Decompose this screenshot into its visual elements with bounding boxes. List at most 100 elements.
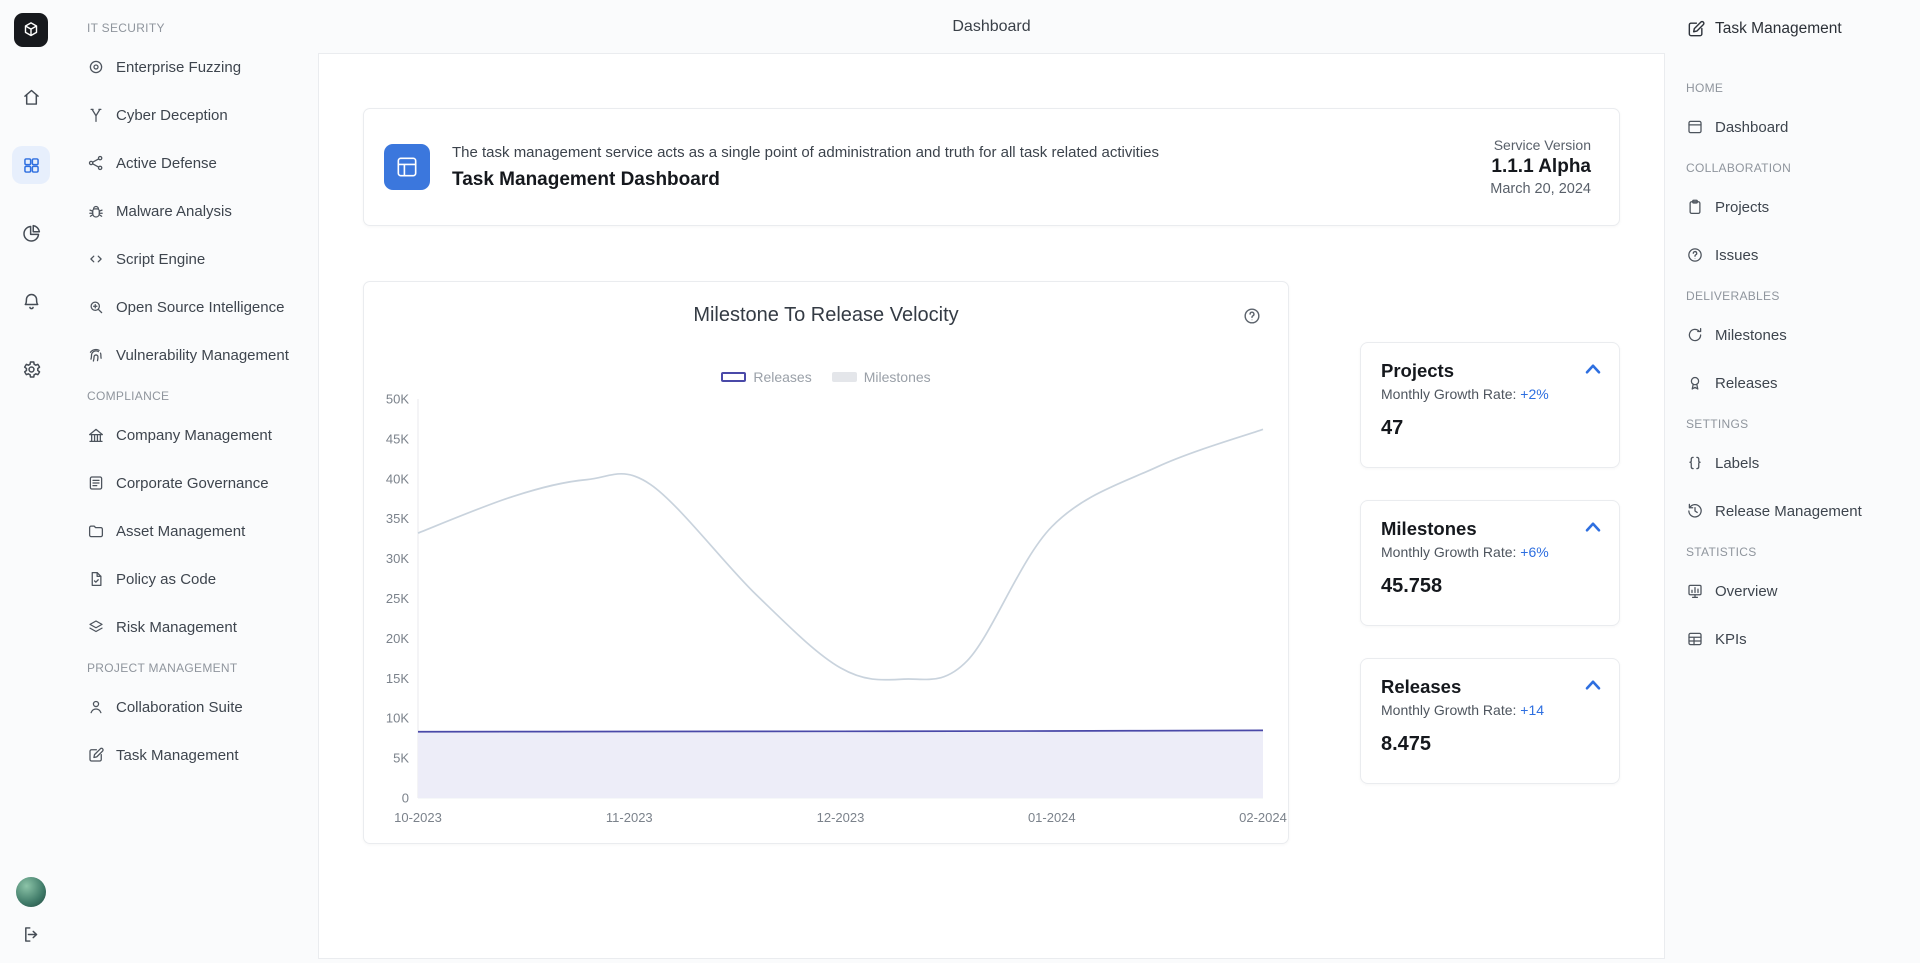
clipboard-icon: [1686, 198, 1704, 216]
fingerprint-icon: [87, 346, 105, 364]
sidebar-item-active-defense[interactable]: Active Defense: [87, 149, 310, 177]
nav-item-issues[interactable]: Issues: [1686, 241, 1912, 269]
collapse-releases-button[interactable]: [1579, 672, 1607, 700]
table-icon: [1686, 630, 1704, 648]
document-check-icon: [87, 570, 105, 588]
sidebar-item-enterprise-fuzzing[interactable]: Enterprise Fuzzing: [87, 53, 310, 81]
sidebar-item-cyber-deception[interactable]: Cyber Deception: [87, 101, 310, 129]
sidebar-item-task-management[interactable]: Task Management: [87, 741, 310, 769]
chart-screen-icon: [1686, 582, 1704, 600]
page-title: Dashboard: [952, 18, 1030, 36]
nav-item-projects[interactable]: Projects: [1686, 193, 1912, 221]
layers-icon: [87, 618, 105, 636]
user-avatar[interactable]: [16, 877, 46, 907]
legend-swatch-milestones: [832, 372, 857, 382]
help-circle-icon: [1242, 306, 1262, 326]
section-title: SETTINGS: [1686, 417, 1912, 431]
search-plus-icon: [87, 298, 105, 316]
svg-text:10-2023: 10-2023: [394, 810, 442, 825]
section-title: HOME: [1686, 81, 1912, 95]
sidebar-item-corporate-governance[interactable]: Corporate Governance: [87, 469, 310, 497]
chevron-up-icon: [1580, 672, 1606, 698]
nav-item-overview[interactable]: Overview: [1686, 577, 1912, 605]
service-version-value: 1.1.1 Alpha: [1490, 156, 1591, 178]
app-logo[interactable]: [14, 13, 48, 47]
nav-item-releases[interactable]: Releases: [1686, 369, 1912, 397]
section-title: IT SECURITY: [87, 21, 310, 35]
pie-chart-icon: [21, 223, 42, 244]
service-version-date: March 20, 2024: [1490, 181, 1591, 197]
legend-item-milestones[interactable]: Milestones: [832, 369, 931, 385]
nav-item-milestones[interactable]: Milestones: [1686, 321, 1912, 349]
slingshot-icon: [87, 106, 105, 124]
icon-rail: [0, 0, 62, 963]
svg-text:11-2023: 11-2023: [606, 810, 653, 825]
section-title: STATISTICS: [1686, 545, 1912, 559]
sidebar-item-open-source-intelligence[interactable]: Open Source Intelligence: [87, 293, 310, 321]
section-collaboration: COLLABORATION Projects Issues: [1686, 161, 1912, 269]
sidebar-item-collaboration-suite[interactable]: Collaboration Suite: [87, 693, 310, 721]
header-card: The task management service acts as a si…: [363, 108, 1620, 226]
edit-square-icon: [87, 746, 105, 764]
refresh-icon: [1686, 326, 1704, 344]
settings-gear-icon-button[interactable]: [12, 350, 50, 388]
svg-text:0: 0: [402, 791, 409, 806]
hero-title: Task Management Dashboard: [452, 169, 1159, 191]
sidebar-item-script-engine[interactable]: Script Engine: [87, 245, 310, 273]
gear-icon: [21, 359, 42, 380]
edit-square-icon: [1686, 19, 1706, 39]
sidebar-item-vulnerability-management[interactable]: Vulnerability Management: [87, 341, 310, 369]
nav-item-kpis[interactable]: KPIs: [1686, 625, 1912, 653]
section-deliverables: DELIVERABLES Milestones Releases: [1686, 289, 1912, 397]
stat-card-milestones: Milestones Monthly Growth Rate: +6% 45.7…: [1360, 500, 1620, 626]
svg-text:45K: 45K: [386, 431, 409, 446]
braces-icon: [1686, 454, 1704, 472]
stat-value: 47: [1381, 417, 1599, 440]
sidebar-item-malware-analysis[interactable]: Malware Analysis: [87, 197, 310, 225]
svg-text:02-2024: 02-2024: [1239, 810, 1287, 825]
sidebar-item-policy-as-code[interactable]: Policy as Code: [87, 565, 310, 593]
sidebar-item-risk-management[interactable]: Risk Management: [87, 613, 310, 641]
nav-item-dashboard[interactable]: Dashboard: [1686, 113, 1912, 141]
app-switcher-task-management[interactable]: Task Management: [1686, 17, 1912, 41]
home-icon-button[interactable]: [12, 78, 50, 116]
collapse-milestones-button[interactable]: [1579, 514, 1607, 542]
bell-icon: [21, 291, 42, 312]
svg-text:35K: 35K: [386, 511, 409, 526]
stat-card-projects: Projects Monthly Growth Rate: +2% 47: [1360, 342, 1620, 468]
sidebar-item-asset-management[interactable]: Asset Management: [87, 517, 310, 545]
sidebar-item-company-management[interactable]: Company Management: [87, 421, 310, 449]
legend-swatch-releases: [721, 372, 746, 382]
stat-card-releases: Releases Monthly Growth Rate: +14 8.475: [1360, 658, 1620, 784]
legend-item-releases[interactable]: Releases: [721, 369, 811, 385]
notifications-bell-icon-button[interactable]: [12, 282, 50, 320]
hero-app-icon: [384, 144, 430, 190]
window-icon: [1686, 118, 1704, 136]
svg-text:40K: 40K: [386, 471, 409, 486]
collapse-projects-button[interactable]: [1579, 356, 1607, 384]
folder-icon: [87, 522, 105, 540]
section-it-security: IT SECURITY Enterprise Fuzzing Cyber Dec…: [87, 21, 310, 369]
table-window-icon: [394, 154, 420, 180]
logout-icon: [21, 924, 42, 945]
nav-item-labels[interactable]: Labels: [1686, 449, 1912, 477]
section-statistics: STATISTICS Overview KPIs: [1686, 545, 1912, 653]
nav-item-release-management[interactable]: Release Management: [1686, 497, 1912, 525]
chart-help-button[interactable]: [1242, 306, 1262, 326]
growth-rate: Monthly Growth Rate: +6%: [1381, 544, 1599, 560]
chevron-up-icon: [1580, 514, 1606, 540]
chart-legend: Releases Milestones: [364, 369, 1288, 385]
stat-value: 45.758: [1381, 575, 1599, 598]
section-settings: SETTINGS Labels Release Management: [1686, 417, 1912, 525]
svg-text:25K: 25K: [386, 591, 409, 606]
left-sidebar: IT SECURITY Enterprise Fuzzing Cyber Dec…: [62, 0, 318, 963]
pie-chart-icon-button[interactable]: [12, 214, 50, 252]
logout-icon-button[interactable]: [12, 915, 50, 953]
apps-grid-icon-button[interactable]: [12, 146, 50, 184]
svg-text:50K: 50K: [386, 392, 409, 407]
svg-text:5K: 5K: [393, 751, 409, 766]
hero-description: The task management service acts as a si…: [452, 144, 1159, 161]
svg-text:01-2024: 01-2024: [1028, 810, 1076, 825]
section-project-management: PROJECT MANAGEMENT Collaboration Suite T…: [87, 661, 310, 769]
right-sidebar: Task Management HOME Dashboard COLLABORA…: [1665, 0, 1920, 963]
